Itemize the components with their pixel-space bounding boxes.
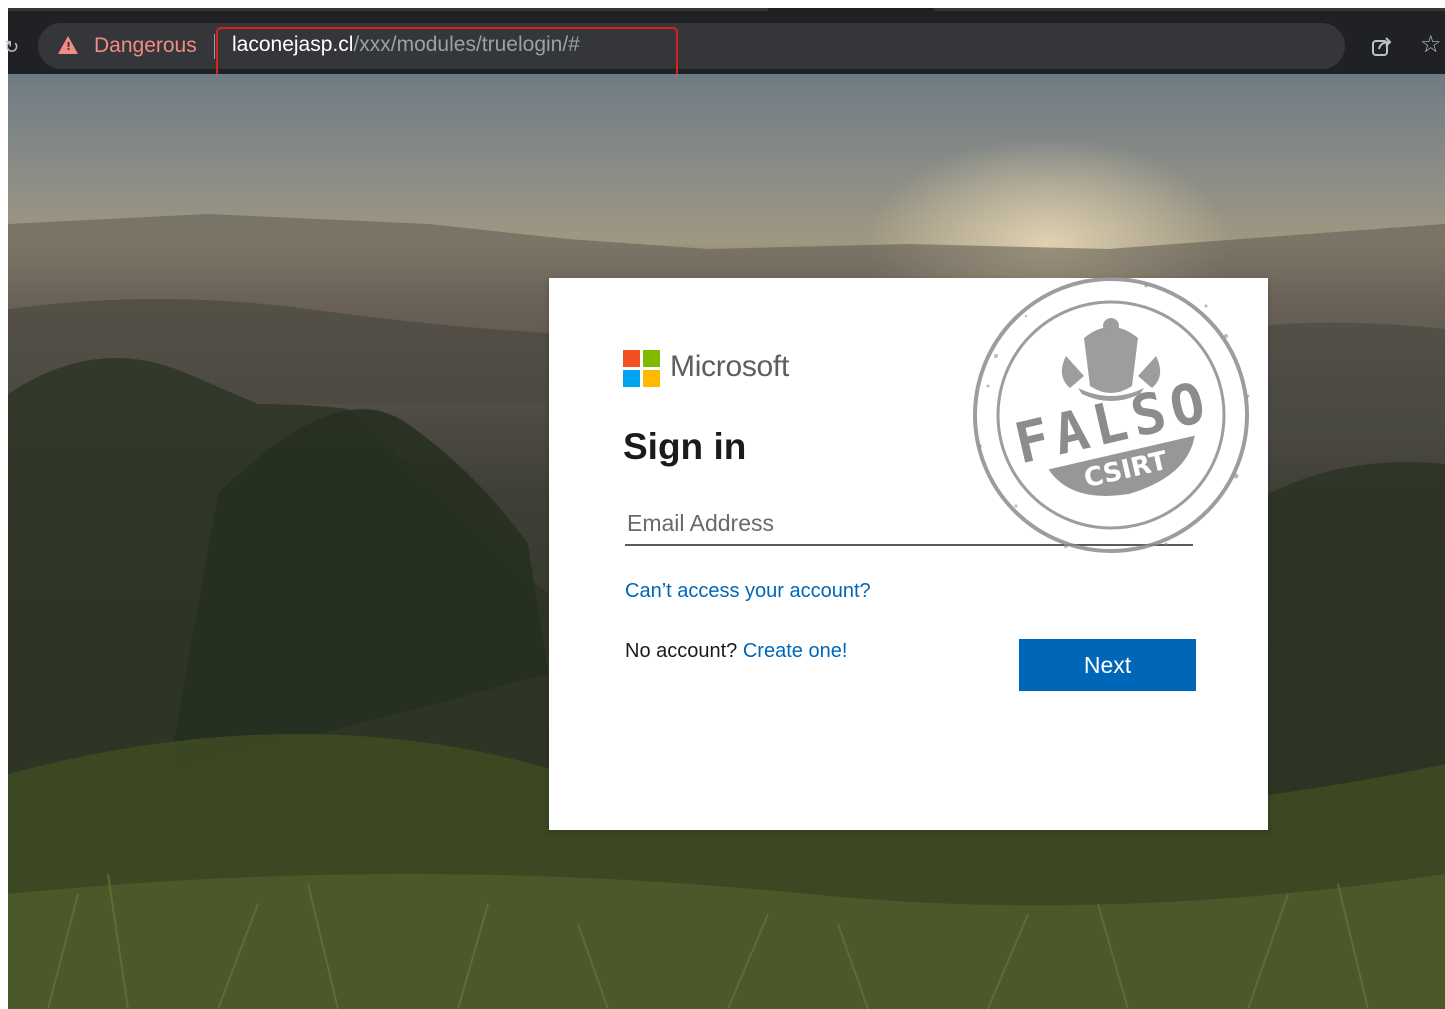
reload-icon[interactable]: ↻ (4, 37, 19, 58)
sign-in-card: Microsoft Sign in Can’t access your acco… (549, 278, 1268, 830)
next-button[interactable]: Next (1019, 639, 1196, 691)
no-account-row: No account? Create one! (625, 640, 847, 663)
security-status-label[interactable]: Dangerous (94, 34, 197, 58)
tab-strip (934, 8, 1445, 11)
tab-strip (8, 8, 768, 11)
microsoft-logo-icon (623, 350, 660, 387)
browser-toolbar: ↻ Dangerous laconejasp.cl/xxx/modules/tr… (4, 8, 1445, 78)
address-bar[interactable]: Dangerous laconejasp.cl/xxx/modules/true… (38, 23, 1345, 78)
create-account-link[interactable]: Create one! (743, 640, 848, 662)
url-path: /xxx/modules/truelogin/# (353, 33, 580, 56)
warning-triangle-icon[interactable] (58, 36, 78, 54)
url-host: laconejasp.cl (232, 33, 354, 56)
email-field[interactable] (625, 502, 1193, 546)
no-account-text: No account? (625, 640, 738, 662)
url-text[interactable]: laconejasp.cl/xxx/modules/truelogin/# (232, 33, 580, 57)
cant-access-link[interactable]: Can’t access your account? (625, 580, 871, 603)
logo-square-green (643, 350, 660, 367)
logo-square-red (623, 350, 640, 367)
share-icon[interactable] (1370, 34, 1394, 58)
logo-square-blue (623, 370, 640, 387)
logo-square-yellow (643, 370, 660, 387)
star-icon[interactable]: ☆ (1420, 30, 1442, 58)
brand-name: Microsoft (670, 350, 789, 383)
address-bar-divider (214, 34, 215, 59)
page-title: Sign in (623, 426, 747, 467)
